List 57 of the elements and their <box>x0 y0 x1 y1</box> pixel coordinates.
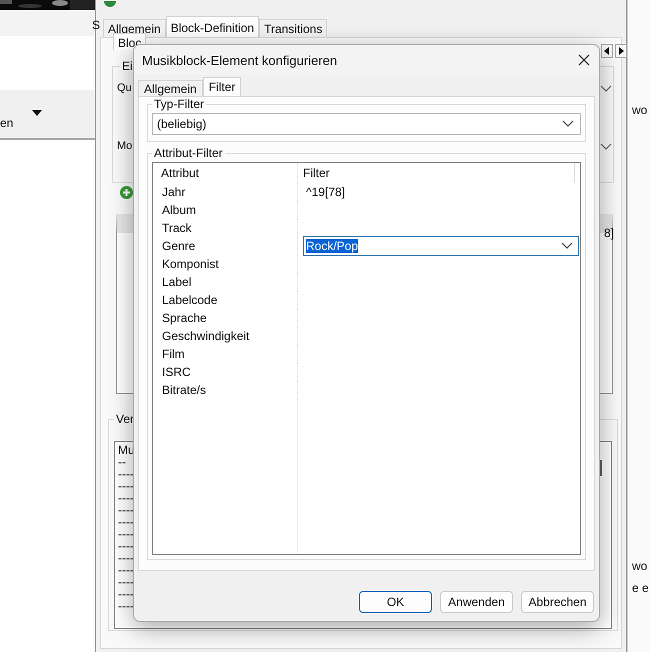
scroll-right-icon[interactable] <box>615 44 627 58</box>
tab[interactable]: S <box>92 18 100 32</box>
field-label: Mo <box>117 140 132 152</box>
log-line: -- <box>118 456 126 468</box>
scrollbar-thumb[interactable] <box>600 460 602 476</box>
filter-cell-text: ^19[78] <box>305 185 345 199</box>
log-line: ---- <box>118 528 134 540</box>
log-line: ---- <box>118 504 134 516</box>
column-header[interactable]: Filter <box>298 163 575 183</box>
group-label: Attribut-Filter <box>153 146 224 160</box>
dialog-button[interactable]: Anwenden <box>440 591 513 613</box>
dialog-button[interactable]: OK <box>359 591 432 613</box>
attribute-cell: Label <box>153 273 298 291</box>
tab[interactable]: Block-Definition <box>166 16 260 38</box>
log-line: ---- <box>118 468 134 480</box>
attribute-cell: ISRC <box>153 363 298 381</box>
attribute-cell: Komponist <box>153 255 298 273</box>
attribute-cell: Sprache <box>153 309 298 327</box>
text-fragment: e e <box>632 581 649 595</box>
attribute-cell: Bitrate/s <box>153 381 298 399</box>
app-icon <box>104 1 116 7</box>
field-label: Qu <box>117 82 132 94</box>
menu-label: en <box>0 116 14 130</box>
scroll-left-icon[interactable] <box>601 44 613 58</box>
chevron-down-icon <box>561 242 573 250</box>
attribute-cell: Jahr <box>153 183 298 201</box>
window-title: Musikblock-Element konfigurieren <box>142 52 338 68</box>
attribute-cell: Album <box>153 201 298 219</box>
log-line: ---- <box>118 600 134 612</box>
log-line: ---- <box>118 564 134 576</box>
type-dropdown[interactable]: (beliebig) <box>152 113 581 135</box>
log-line: ---- <box>118 492 134 504</box>
log-line: ---- <box>118 588 134 600</box>
dialog-button[interactable]: Abbrechen <box>521 591 594 613</box>
attribute-cell: Film <box>153 345 298 363</box>
column-header[interactable]: Attribut <box>153 163 298 183</box>
tab[interactable]: Transitions <box>259 19 328 38</box>
attribute-cell: Track <box>153 219 298 237</box>
text-fragment: wo <box>632 559 648 573</box>
tab[interactable]: Filter <box>202 77 242 96</box>
close-icon[interactable] <box>578 54 590 66</box>
add-icon[interactable] <box>120 186 133 199</box>
genre-dropdown[interactable]: Rock/Pop <box>303 236 579 256</box>
log-line: ---- <box>118 552 134 564</box>
log-line: ---- <box>118 516 134 528</box>
group-label: Typ-Filter <box>153 97 206 111</box>
text-fragment: wo <box>632 103 648 117</box>
table-cell: 8] <box>604 226 614 240</box>
attribute-cell: Genre <box>153 237 298 255</box>
chevron-down-icon <box>562 120 574 128</box>
log-line: ---- <box>118 576 134 588</box>
log-line: ---- <box>118 480 134 492</box>
attribute-cell: Labelcode <box>153 291 298 309</box>
tab[interactable]: Allgemein <box>138 80 203 96</box>
dropdown-arrow-icon[interactable] <box>32 110 42 116</box>
log-line: ---- <box>118 540 134 552</box>
attribute-cell: Geschwindigkeit <box>153 327 298 345</box>
